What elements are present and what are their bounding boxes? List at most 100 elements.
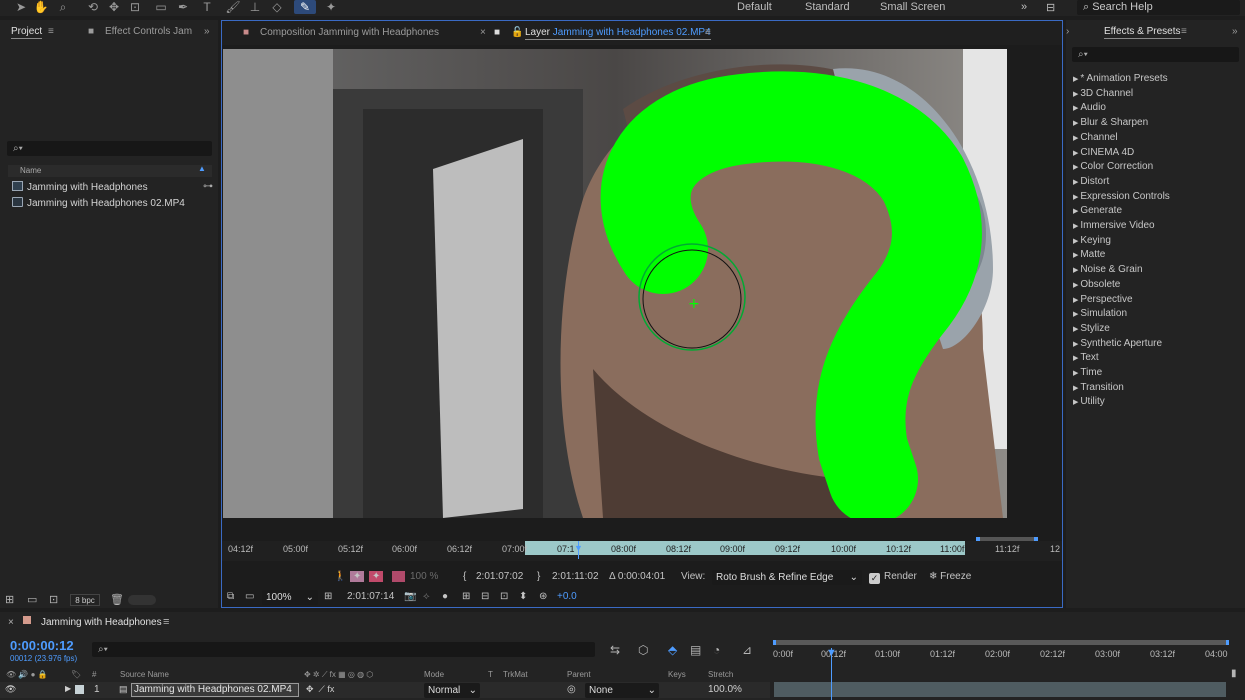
- current-time-display[interactable]: 2:01:07:14: [347, 591, 394, 602]
- layer-label-swatch[interactable]: [75, 685, 84, 694]
- layer-duration-bar[interactable]: [774, 682, 1226, 697]
- effects-category[interactable]: ▶ Time: [1073, 366, 1102, 380]
- panel-menu-icon[interactable]: ≡: [48, 20, 54, 44]
- effects-category[interactable]: ▶ Generate: [1073, 204, 1122, 218]
- workspaces-overflow-icon[interactable]: »: [1021, 1, 1027, 13]
- roto-brush-tool-icon[interactable]: ✎: [294, 0, 316, 14]
- composition-mini-flowchart-icon[interactable]: ⇆: [610, 643, 620, 657]
- work-area-bar[interactable]: [976, 537, 1038, 541]
- close-tab-icon[interactable]: ×: [480, 21, 486, 45]
- brush-tool-icon[interactable]: 🖌: [224, 0, 242, 14]
- effects-category[interactable]: ▶ Transition: [1073, 381, 1124, 395]
- set-out-point-icon[interactable]: }: [537, 571, 540, 582]
- effects-category[interactable]: ▶ Obsolete: [1073, 278, 1120, 292]
- expand-layer-icon[interactable]: ▶: [65, 684, 71, 693]
- timeline-scroll-icon[interactable]: ▮: [1231, 668, 1237, 679]
- display-icon[interactable]: ▭: [245, 591, 254, 602]
- blend-mode-dropdown[interactable]: Normal ⌄: [424, 683, 480, 698]
- sort-ascending-icon[interactable]: ▲: [198, 164, 206, 173]
- effects-category[interactable]: ▶ Text: [1073, 351, 1099, 365]
- effects-category[interactable]: ▶ Stylize: [1073, 322, 1110, 336]
- layer-video-frame[interactable]: +: [223, 49, 1007, 518]
- effects-category[interactable]: ▶ Audio: [1073, 101, 1106, 115]
- layer-time-ruler[interactable]: ▼ 04:12f 05:00f 05:12f 06:00f 06:12f 07:…: [222, 537, 1062, 561]
- search-help-field[interactable]: ⌕ Search Help: [1077, 0, 1240, 15]
- channels-icon[interactable]: ●: [442, 591, 448, 602]
- lock-icon[interactable]: 🔓: [511, 21, 523, 45]
- viewer-menu-icon[interactable]: ≡: [705, 21, 711, 45]
- trash-icon[interactable]: 🗑: [110, 593, 124, 606]
- mask-view-icon[interactable]: ⊡: [500, 591, 508, 602]
- effects-category[interactable]: ▶ Distort: [1073, 175, 1109, 189]
- workspace-standard[interactable]: Standard: [805, 1, 850, 13]
- timeline-search-input[interactable]: ⌕▾: [92, 642, 595, 657]
- panel-menu-icon[interactable]: ≡: [1181, 20, 1187, 44]
- roto-propagate-icon[interactable]: 🚶: [334, 571, 346, 582]
- type-tool-icon[interactable]: T: [198, 0, 216, 14]
- flowchart-icon[interactable]: ⊶: [203, 181, 213, 192]
- out-point-time[interactable]: 2:01:11:02: [552, 571, 599, 582]
- grid-icon[interactable]: ⊞: [462, 591, 470, 602]
- close-tab-icon[interactable]: ×: [8, 617, 14, 628]
- exposure-value[interactable]: +0.0: [557, 591, 577, 602]
- pan-behind-anchor-icon[interactable]: ⊡: [126, 0, 144, 14]
- timeline-work-area-bar[interactable]: [773, 640, 1229, 645]
- snapshot-icon[interactable]: 📷: [404, 591, 416, 602]
- zoom-dropdown[interactable]: 100% ⌄: [262, 590, 318, 605]
- project-item-footage[interactable]: Jamming with Headphones 02.MP4: [12, 196, 185, 212]
- pen-tool-icon[interactable]: ✒: [174, 0, 192, 14]
- shy-layers-icon[interactable]: ⬘: [668, 643, 677, 657]
- layer-switches-icons[interactable]: ✥ ⟋ fx: [306, 684, 334, 695]
- freeze-button[interactable]: ❄ Freeze: [929, 571, 971, 582]
- overlay-opacity[interactable]: 100 %: [410, 571, 438, 582]
- pick-whip-icon[interactable]: ◎: [567, 684, 576, 695]
- effects-category[interactable]: ▶ Matte: [1073, 248, 1105, 262]
- effects-category[interactable]: ▶ Noise & Grain: [1073, 263, 1143, 277]
- effects-category[interactable]: ▶ Keying: [1073, 234, 1111, 248]
- roto-refine-mode-icon[interactable]: ✦: [369, 571, 384, 582]
- panel-menu-icon[interactable]: ≡: [163, 616, 169, 628]
- tab-effects-presets[interactable]: Effects & Presets: [1104, 20, 1181, 44]
- workspace-small-screen[interactable]: Small Screen: [880, 1, 945, 13]
- effects-category[interactable]: ▶ Blur & Sharpen: [1073, 116, 1148, 130]
- tab-project[interactable]: Project: [11, 20, 43, 44]
- camera-tool-icon[interactable]: ⟲: [84, 0, 102, 14]
- render-checkbox[interactable]: ✓ Render: [869, 571, 917, 584]
- panel-overflow-left-icon[interactable]: ›: [1066, 20, 1069, 44]
- panel-overflow-icon[interactable]: »: [204, 20, 210, 44]
- effects-category[interactable]: ▶ Perspective: [1073, 293, 1133, 307]
- workspace-sync-icon[interactable]: ⊟: [1046, 1, 1055, 14]
- timeline-layer-row[interactable]: 👁 ▶ 1 ▤ Jamming with Headphones 02.MP4 ✥…: [0, 682, 770, 698]
- bit-depth-button[interactable]: 8 bpc: [70, 594, 100, 606]
- new-composition-icon[interactable]: ⊡: [49, 593, 58, 606]
- zoom-tool-icon[interactable]: ⌕: [54, 0, 72, 14]
- pan-behind-tool-icon[interactable]: ✥: [105, 0, 123, 14]
- eraser-tool-icon[interactable]: ◇: [268, 0, 286, 14]
- thumbnail-slider[interactable]: [128, 595, 156, 605]
- show-snapshot-icon[interactable]: ⟡: [423, 591, 430, 602]
- source-name-header[interactable]: Source Name: [120, 670, 169, 679]
- effects-category[interactable]: ▶ Utility: [1073, 395, 1105, 409]
- layer-name-field[interactable]: Jamming with Headphones 02.MP4: [131, 683, 299, 697]
- video-visibility-icon[interactable]: 👁: [5, 684, 16, 695]
- reset-exposure-icon[interactable]: ⊛: [539, 591, 547, 602]
- effects-category[interactable]: ▶ CINEMA 4D: [1073, 146, 1134, 160]
- project-search-input[interactable]: ⌕▾: [7, 141, 212, 156]
- transparency-grid-icon[interactable]: ⊟: [481, 591, 489, 602]
- effects-category[interactable]: ▶ Immersive Video: [1073, 219, 1155, 233]
- graph-editor-icon[interactable]: ⊿: [742, 643, 752, 657]
- effects-category[interactable]: ▶ 3D Channel: [1073, 87, 1133, 101]
- name-column-header[interactable]: Name: [20, 166, 41, 175]
- clone-stamp-tool-icon[interactable]: ⊥: [246, 0, 264, 14]
- timeline-timecode[interactable]: 0:00:00:12: [10, 638, 74, 653]
- parent-dropdown[interactable]: None ⌄: [585, 683, 659, 698]
- timeline-time-ruler[interactable]: 0:00f 00:12f 01:00f 01:12f 02:00f 02:12f…: [773, 638, 1229, 678]
- roto-brush-mode-icon[interactable]: ✦: [350, 571, 365, 582]
- overlay-color-swatch[interactable]: [392, 571, 405, 582]
- region-of-interest-icon[interactable]: ⊞: [324, 591, 332, 602]
- project-item-composition[interactable]: Jamming with Headphones: [12, 180, 148, 196]
- always-preview-icon[interactable]: ⧉: [227, 591, 234, 602]
- effects-search-input[interactable]: ⌕▾: [1072, 47, 1239, 62]
- new-folder-icon[interactable]: ▭: [27, 593, 37, 606]
- workspace-default[interactable]: Default: [737, 1, 772, 13]
